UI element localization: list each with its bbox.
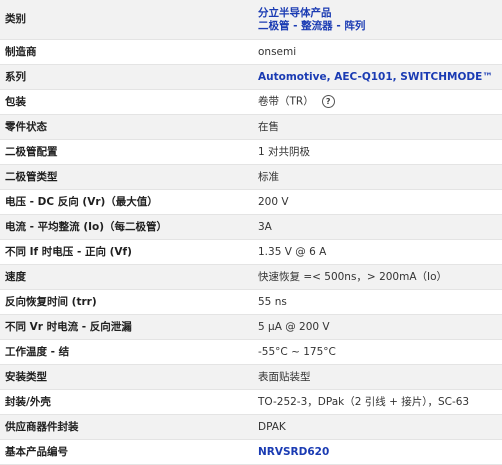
- row-label: 不同 If 时电压 - 正向 (Vf): [0, 239, 253, 265]
- table-row: 工作温度 - 结 -55°C ~ 175°C: [0, 339, 502, 365]
- table-row: 安装类型 表面贴装型: [0, 364, 502, 390]
- base-product-number-link[interactable]: NRVSRD620: [258, 446, 329, 458]
- row-value-series: Automotive, AEC-Q101, SWITCHMODE™: [253, 64, 502, 90]
- row-value-supplier-package: DPAK: [253, 414, 502, 440]
- row-value-packaging: 卷带（TR）?: [253, 89, 502, 115]
- row-value-part-status: 在售: [253, 114, 502, 140]
- table-row: 电压 - DC 反向 (Vr)（最大值） 200 V: [0, 189, 502, 215]
- row-label: 二极管类型: [0, 164, 253, 190]
- category-link-rectifier-arrays[interactable]: 二极管 - 整流器 - 阵列: [258, 20, 365, 32]
- table-row: 零件状态 在售: [0, 114, 502, 140]
- row-value-rectified-current: 3A: [253, 214, 502, 240]
- row-value-manufacturer: onsemi: [253, 39, 502, 65]
- table-row: 基本产品编号 NRVSRD620: [0, 439, 502, 465]
- row-value-reverse-voltage: 200 V: [253, 189, 502, 215]
- row-value-package-case: TO-252-3，DPak（2 引线 + 接片），SC-63: [253, 389, 502, 415]
- packaging-text: 卷带（TR）: [258, 95, 314, 108]
- table-row: 二极管类型 标准: [0, 164, 502, 190]
- table-row: 供应商器件封装 DPAK: [0, 414, 502, 440]
- row-label: 基本产品编号: [0, 439, 253, 465]
- category-value: 分立半导体产品 二极管 - 整流器 - 阵列: [253, 0, 502, 40]
- table-row: 电流 - 平均整流 (Io)（每二极管） 3A: [0, 214, 502, 240]
- row-value-recovery-time: 55 ns: [253, 289, 502, 315]
- product-attributes-table: 类别 分立半导体产品 二极管 - 整流器 - 阵列 制造商 onsemi 系列 …: [0, 0, 502, 465]
- category-link-discrete[interactable]: 分立半导体产品: [258, 7, 332, 19]
- table-row: 二极管配置 1 对共阴极: [0, 139, 502, 165]
- table-row: 制造商 onsemi: [0, 39, 502, 65]
- row-label: 不同 Vr 时电流 - 反向泄漏: [0, 314, 253, 340]
- row-label: 二极管配置: [0, 139, 253, 165]
- row-value-diode-config: 1 对共阴极: [253, 139, 502, 165]
- table-row: 不同 If 时电压 - 正向 (Vf) 1.35 V @ 6 A: [0, 239, 502, 265]
- row-label: 包装: [0, 89, 253, 115]
- row-label: 供应商器件封装: [0, 414, 253, 440]
- table-row: 系列 Automotive, AEC-Q101, SWITCHMODE™: [0, 64, 502, 90]
- row-value-base-product-number: NRVSRD620: [253, 439, 502, 465]
- row-value-forward-voltage: 1.35 V @ 6 A: [253, 239, 502, 265]
- row-label: 制造商: [0, 39, 253, 65]
- row-label: 电压 - DC 反向 (Vr)（最大值）: [0, 189, 253, 215]
- row-label-category: 类别: [0, 0, 253, 40]
- row-label: 速度: [0, 264, 253, 290]
- row-value-mounting-type: 表面贴装型: [253, 364, 502, 390]
- row-label: 反向恢复时间 (trr): [0, 289, 253, 315]
- table-row: 不同 Vr 时电流 - 反向泄漏 5 µA @ 200 V: [0, 314, 502, 340]
- row-label: 系列: [0, 64, 253, 90]
- row-label: 安装类型: [0, 364, 253, 390]
- row-value-speed: 快速恢复 =< 500ns，> 200mA（Io）: [253, 264, 502, 290]
- row-value-reverse-leakage: 5 µA @ 200 V: [253, 314, 502, 340]
- row-label: 工作温度 - 结: [0, 339, 253, 365]
- table-row: 速度 快速恢复 =< 500ns，> 200mA（Io）: [0, 264, 502, 290]
- row-label: 电流 - 平均整流 (Io)（每二极管）: [0, 214, 253, 240]
- table-row: 反向恢复时间 (trr) 55 ns: [0, 289, 502, 315]
- row-value-operating-temp: -55°C ~ 175°C: [253, 339, 502, 365]
- row-label: 封装/外壳: [0, 389, 253, 415]
- table-row: 包装 卷带（TR）?: [0, 89, 502, 115]
- table-row: 封装/外壳 TO-252-3，DPak（2 引线 + 接片），SC-63: [0, 389, 502, 415]
- row-value-diode-type: 标准: [253, 164, 502, 190]
- help-icon[interactable]: ?: [321, 95, 335, 109]
- row-label: 零件状态: [0, 114, 253, 140]
- table-row: 类别 分立半导体产品 二极管 - 整流器 - 阵列: [0, 0, 502, 40]
- series-link[interactable]: Automotive, AEC-Q101, SWITCHMODE™: [258, 71, 493, 83]
